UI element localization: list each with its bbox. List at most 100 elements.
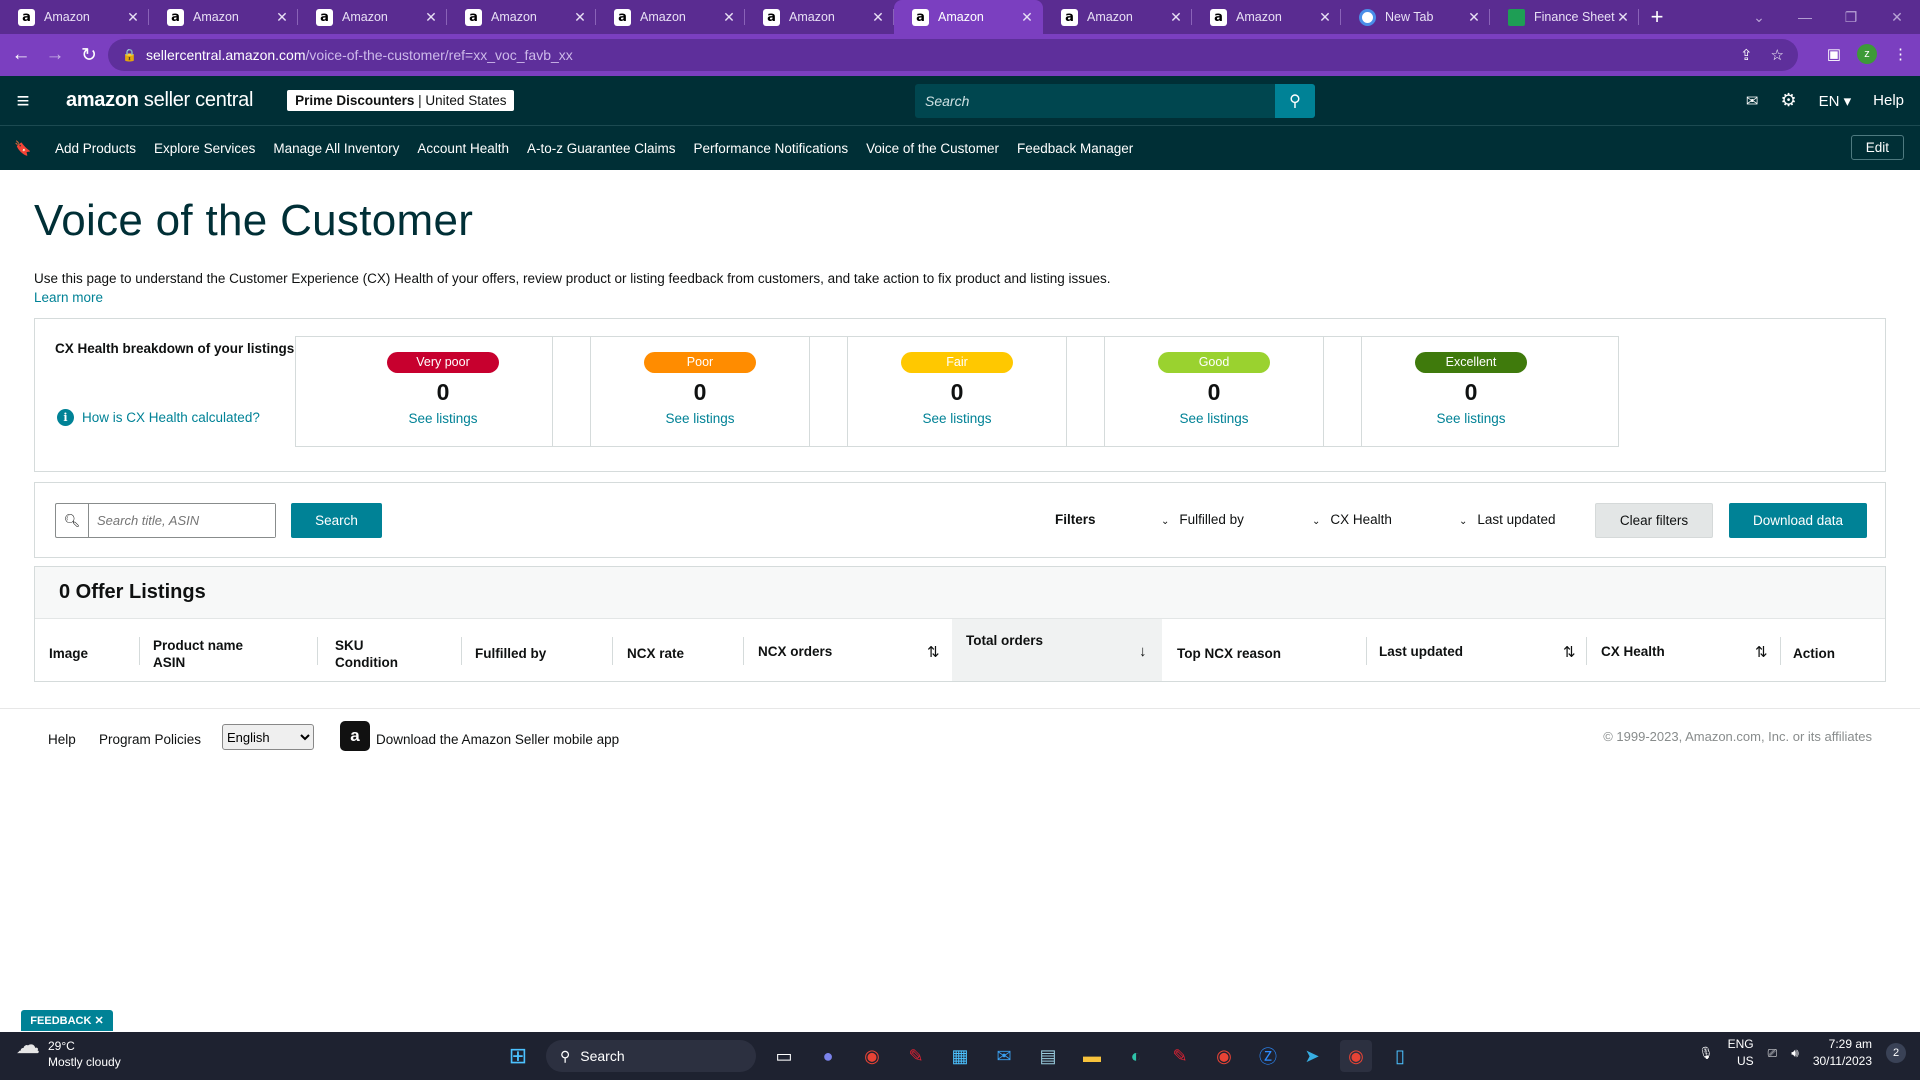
nav-link[interactable]: Voice of the Customer [866,141,999,156]
share-icon[interactable]: ⇪ [1740,46,1753,64]
restore-icon[interactable]: ❐ [1828,9,1874,26]
teams-chat-icon[interactable]: ● [812,1040,844,1072]
listing-search-input[interactable] [89,504,275,537]
close-tab-icon[interactable]: ✕ [721,9,737,26]
search-button[interactable]: Search [291,503,382,538]
microsoft-store-icon[interactable]: ▦ [944,1040,976,1072]
browser-tab[interactable]: Finance Sheet ✕ [1490,0,1639,34]
search-icon[interactable]: ⚲ [1275,84,1315,118]
close-tab-icon[interactable]: ✕ [870,9,886,26]
zoom-icon[interactable]: Ⓩ [1252,1040,1284,1072]
close-tab-icon[interactable]: ✕ [423,9,439,26]
chrome-icon[interactable]: ◉ [1340,1040,1372,1072]
browser-tab[interactable]: New Tab ✕ [1341,0,1490,34]
browser-tab[interactable]: a Amazon ✕ [447,0,596,34]
col-total-orders[interactable]: Total orders [952,619,1162,681]
nav-link[interactable]: Account Health [417,141,509,156]
help-link[interactable]: Help [1873,92,1904,109]
see-listings-link[interactable]: See listings [553,411,847,426]
nav-link[interactable]: Explore Services [154,141,255,156]
browser-menu-icon[interactable]: ⋮ [1893,45,1908,63]
nav-link[interactable]: A-to-z Guarantee Claims [527,141,676,156]
download-data-button[interactable]: Download data [1729,503,1867,538]
learn-more-link[interactable]: Learn more [34,290,1886,305]
file-explorer-icon[interactable]: ▬ [1076,1040,1108,1072]
see-listings-link[interactable]: See listings [1324,411,1618,426]
fulfilled-by-filter[interactable]: ⌄ Fulfilled by [1161,512,1244,527]
edit-nav-button[interactable]: Edit [1850,135,1904,160]
app-icon[interactable]: ▤ [1032,1040,1064,1072]
col-ncx-rate[interactable]: NCX rate [627,645,684,662]
side-panel-icon[interactable]: ▣ [1827,45,1841,63]
edge-icon[interactable]: ◐ [1120,1040,1152,1072]
col-last-updated[interactable]: Last updated [1379,643,1463,660]
sort-both-icon[interactable]: ⇅ [1755,643,1768,661]
account-switcher[interactable]: Prime Discounters | United States [287,90,515,111]
close-tab-icon[interactable]: ✕ [1615,9,1631,26]
telegram-icon[interactable]: ➤ [1296,1040,1328,1072]
site-info-icon[interactable]: 🔒 [122,48,137,62]
profile-avatar[interactable]: z [1857,44,1877,64]
browser-tab[interactable]: a Amazon ✕ [1192,0,1341,34]
close-tab-icon[interactable]: ✕ [1466,9,1482,26]
chrome-icon[interactable]: ◉ [856,1040,888,1072]
menu-icon[interactable]: ≡ [0,88,46,114]
close-tab-icon[interactable]: ✕ [572,9,588,26]
microphone-icon[interactable]: 🎙︎ [1698,1046,1713,1060]
close-tab-icon[interactable]: ✕ [125,9,141,26]
language-selector[interactable]: EN ▾ [1819,92,1852,110]
footer-language-select[interactable]: English [222,724,314,750]
last-updated-filter[interactable]: ⌄ Last updated [1459,512,1555,527]
new-tab-icon[interactable]: + [1639,0,1675,34]
sort-descending-icon[interactable]: ↓ [1139,643,1147,660]
forward-icon[interactable]: → [42,44,68,66]
minimize-icon[interactable]: — [1782,9,1828,25]
close-tab-icon[interactable]: ✕ [1317,9,1333,26]
seller-central-logo[interactable]: amazon seller central [66,89,253,112]
cx-health-help-link[interactable]: i How is CX Health calculated? [57,409,260,426]
nav-link[interactable]: Manage All Inventory [273,141,399,156]
notepad-icon[interactable]: ▯ [1384,1040,1416,1072]
close-tab-icon[interactable]: ✕ [1168,9,1184,26]
nav-link[interactable]: Add Products [55,141,136,156]
close-tab-icon[interactable]: ✕ [274,9,290,26]
browser-tab[interactable]: a Amazon ✕ [0,0,149,34]
tab-search-icon[interactable]: ⌄ [1736,9,1782,26]
cx-health-filter[interactable]: ⌄ CX Health [1312,512,1392,527]
col-cx-health[interactable]: CX Health [1601,643,1665,660]
global-search-input[interactable] [915,84,1275,118]
clock[interactable]: 7:29 am 30/11/2023 [1813,1036,1872,1070]
clear-filters-button[interactable]: Clear filters [1595,503,1713,538]
browser-tab[interactable]: a Amazon ✕ [1043,0,1192,34]
nav-link[interactable]: Performance Notifications [694,141,849,156]
col-ncx-orders[interactable]: NCX orders [758,643,832,660]
browser-tab[interactable]: a Amazon ✕ [745,0,894,34]
bookmark-icon[interactable]: 🔖 [0,140,46,157]
nav-link[interactable]: Feedback Manager [1017,141,1133,156]
bookmark-star-icon[interactable]: ☆ [1771,46,1784,64]
browser-tab[interactable]: a Amazon ✕ [298,0,447,34]
mail-icon[interactable]: ✉ [988,1040,1020,1072]
close-tab-icon[interactable]: ✕ [1019,9,1035,26]
gear-icon[interactable]: ⚙ [1780,90,1796,111]
taskbar-search[interactable]: ⚲ Search [546,1040,756,1072]
browser-tab[interactable]: a Amazon ✕ [596,0,745,34]
mobile-app-link[interactable]: Download the Amazon Seller mobile app [376,732,619,747]
chrome-icon[interactable]: ◉ [1208,1040,1240,1072]
see-listings-link[interactable]: See listings [1067,411,1361,426]
network-icon[interactable]: ⎚ [1768,1046,1778,1061]
windows-start-icon[interactable]: ⊞ [502,1040,534,1072]
mail-icon[interactable]: ✉ [1746,92,1759,110]
browser-tab[interactable]: a Amazon ✕ [149,0,298,34]
see-listings-link[interactable]: See listings [296,411,590,426]
program-policies-link[interactable]: Program Policies [99,732,201,747]
reload-icon[interactable]: ↻ [76,44,102,67]
volume-icon[interactable]: 🔊︎ [1791,1046,1799,1061]
close-window-icon[interactable]: ✕ [1874,9,1920,26]
see-listings-link[interactable]: See listings [810,411,1104,426]
back-icon[interactable]: ← [8,44,34,66]
address-bar[interactable]: 🔒 sellercentral.amazon.com/voice-of-the-… [108,39,1798,71]
footer-help-link[interactable]: Help [48,732,76,747]
sort-both-icon[interactable]: ⇅ [1563,643,1576,661]
weather-widget[interactable]: ☁ 29°C Mostly cloudy [16,1034,121,1070]
